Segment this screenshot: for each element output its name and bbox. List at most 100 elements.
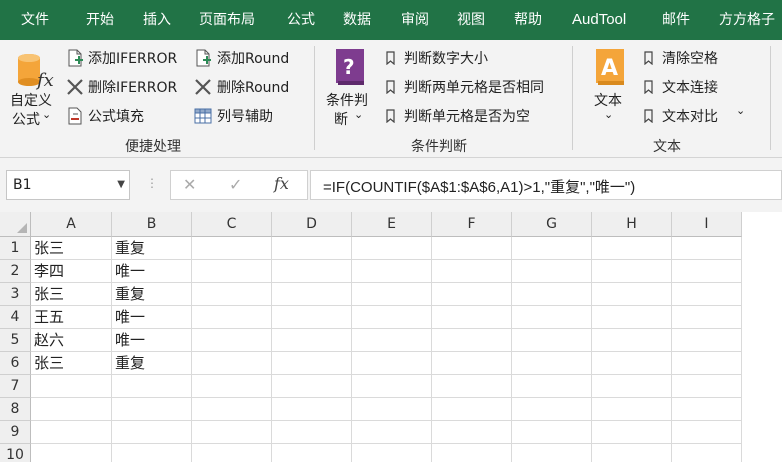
- cell-g10[interactable]: [512, 444, 592, 462]
- name-box[interactable]: B1 ▼: [6, 170, 130, 200]
- cell-d9[interactable]: [272, 421, 352, 444]
- row-header[interactable]: 5: [0, 329, 31, 352]
- tab-review[interactable]: 审阅: [401, 0, 429, 40]
- cell-i5[interactable]: [672, 329, 742, 352]
- row-header[interactable]: 10: [0, 444, 31, 462]
- column-header-c[interactable]: C: [192, 212, 272, 237]
- cell-e3[interactable]: [352, 283, 432, 306]
- cell-f2[interactable]: [432, 260, 512, 283]
- column-header-d[interactable]: D: [272, 212, 352, 237]
- cell-f6[interactable]: [432, 352, 512, 375]
- cell-d5[interactable]: [272, 329, 352, 352]
- tab-fangfang[interactable]: 方方格子: [719, 0, 775, 40]
- cell-g8[interactable]: [512, 398, 592, 421]
- cell-c10[interactable]: [192, 444, 272, 462]
- cell-c1[interactable]: [192, 237, 272, 260]
- cell-i8[interactable]: [672, 398, 742, 421]
- cell-g1[interactable]: [512, 237, 592, 260]
- tab-insert[interactable]: 插入: [143, 0, 171, 40]
- cell-g7[interactable]: [512, 375, 592, 398]
- cell-b6[interactable]: 重复: [112, 352, 192, 375]
- cell-g9[interactable]: [512, 421, 592, 444]
- cell-a4[interactable]: 王五: [31, 306, 112, 329]
- cell-i1[interactable]: [672, 237, 742, 260]
- cell-e8[interactable]: [352, 398, 432, 421]
- drag-handle-icon[interactable]: ⋮: [146, 176, 158, 190]
- cell-g6[interactable]: [512, 352, 592, 375]
- cell-c6[interactable]: [192, 352, 272, 375]
- cancel-icon[interactable]: ✕: [183, 175, 196, 194]
- tab-formulas[interactable]: 公式: [287, 0, 315, 40]
- cell-b2[interactable]: 唯一: [112, 260, 192, 283]
- insert-function-icon[interactable]: fx: [274, 174, 289, 193]
- cell-i7[interactable]: [672, 375, 742, 398]
- select-all-corner[interactable]: [0, 212, 31, 237]
- cell-h6[interactable]: [592, 352, 672, 375]
- tab-file[interactable]: 文件: [21, 0, 49, 40]
- cell-f5[interactable]: [432, 329, 512, 352]
- cell-h8[interactable]: [592, 398, 672, 421]
- cell-a7[interactable]: [31, 375, 112, 398]
- cell-c7[interactable]: [192, 375, 272, 398]
- row-header[interactable]: 4: [0, 306, 31, 329]
- cell-i2[interactable]: [672, 260, 742, 283]
- enter-check-icon[interactable]: ✓: [229, 175, 242, 194]
- cell-a9[interactable]: [31, 421, 112, 444]
- tab-page-layout[interactable]: 页面布局: [199, 0, 255, 40]
- cell-d1[interactable]: [272, 237, 352, 260]
- cell-g5[interactable]: [512, 329, 592, 352]
- cell-e6[interactable]: [352, 352, 432, 375]
- cell-f8[interactable]: [432, 398, 512, 421]
- cell-f3[interactable]: [432, 283, 512, 306]
- cell-b5[interactable]: 唯一: [112, 329, 192, 352]
- cell-a10[interactable]: [31, 444, 112, 462]
- cell-c5[interactable]: [192, 329, 272, 352]
- cell-d2[interactable]: [272, 260, 352, 283]
- add-iferror-button[interactable]: 添加IFERROR: [64, 46, 188, 70]
- tab-help[interactable]: 帮助: [514, 0, 542, 40]
- cell-i9[interactable]: [672, 421, 742, 444]
- cell-f10[interactable]: [432, 444, 512, 462]
- cell-h4[interactable]: [592, 306, 672, 329]
- cell-e4[interactable]: [352, 306, 432, 329]
- cell-b1[interactable]: 重复: [112, 237, 192, 260]
- cell-a3[interactable]: 张三: [31, 283, 112, 306]
- cell-a8[interactable]: [31, 398, 112, 421]
- number-compare-button[interactable]: 判断数字大小: [384, 46, 514, 70]
- formula-fill-button[interactable]: 公式填充: [64, 104, 164, 128]
- cell-d8[interactable]: [272, 398, 352, 421]
- cell-c4[interactable]: [192, 306, 272, 329]
- text-compare-button[interactable]: 文本对比 ⌄: [642, 104, 752, 128]
- formula-input[interactable]: =IF(COUNTIF($A$1:$A$6,A1)>1,"重复","唯一"): [310, 170, 782, 200]
- cell-c2[interactable]: [192, 260, 272, 283]
- tab-audtool[interactable]: AudTool: [572, 0, 626, 40]
- row-header[interactable]: 1: [0, 237, 31, 260]
- cell-d7[interactable]: [272, 375, 352, 398]
- cell-b4[interactable]: 唯一: [112, 306, 192, 329]
- cell-i3[interactable]: [672, 283, 742, 306]
- cell-e1[interactable]: [352, 237, 432, 260]
- cell-i6[interactable]: [672, 352, 742, 375]
- two-cells-same-button[interactable]: 判断两单元格是否相同: [384, 75, 564, 99]
- cell-h5[interactable]: [592, 329, 672, 352]
- cell-i10[interactable]: [672, 444, 742, 462]
- cell-d10[interactable]: [272, 444, 352, 462]
- cell-e10[interactable]: [352, 444, 432, 462]
- cell-h3[interactable]: [592, 283, 672, 306]
- column-header-a[interactable]: A: [31, 212, 112, 237]
- condition-judge-button[interactable]: ? 条件判 断 ⌄: [322, 46, 378, 132]
- cell-empty-button[interactable]: 判断单元格是否为空: [384, 104, 554, 128]
- delete-round-button[interactable]: 删除Round: [194, 75, 304, 99]
- cell-d4[interactable]: [272, 306, 352, 329]
- cell-g3[interactable]: [512, 283, 592, 306]
- cell-h2[interactable]: [592, 260, 672, 283]
- cell-f9[interactable]: [432, 421, 512, 444]
- cell-b7[interactable]: [112, 375, 192, 398]
- column-header-i[interactable]: I: [672, 212, 742, 237]
- cell-b9[interactable]: [112, 421, 192, 444]
- column-helper-button[interactable]: 列号辅助: [194, 104, 294, 128]
- column-header-f[interactable]: F: [432, 212, 512, 237]
- cell-a2[interactable]: 李四: [31, 260, 112, 283]
- custom-function-button[interactable]: fx 自定义 公式 ⌄: [6, 46, 62, 132]
- cell-d6[interactable]: [272, 352, 352, 375]
